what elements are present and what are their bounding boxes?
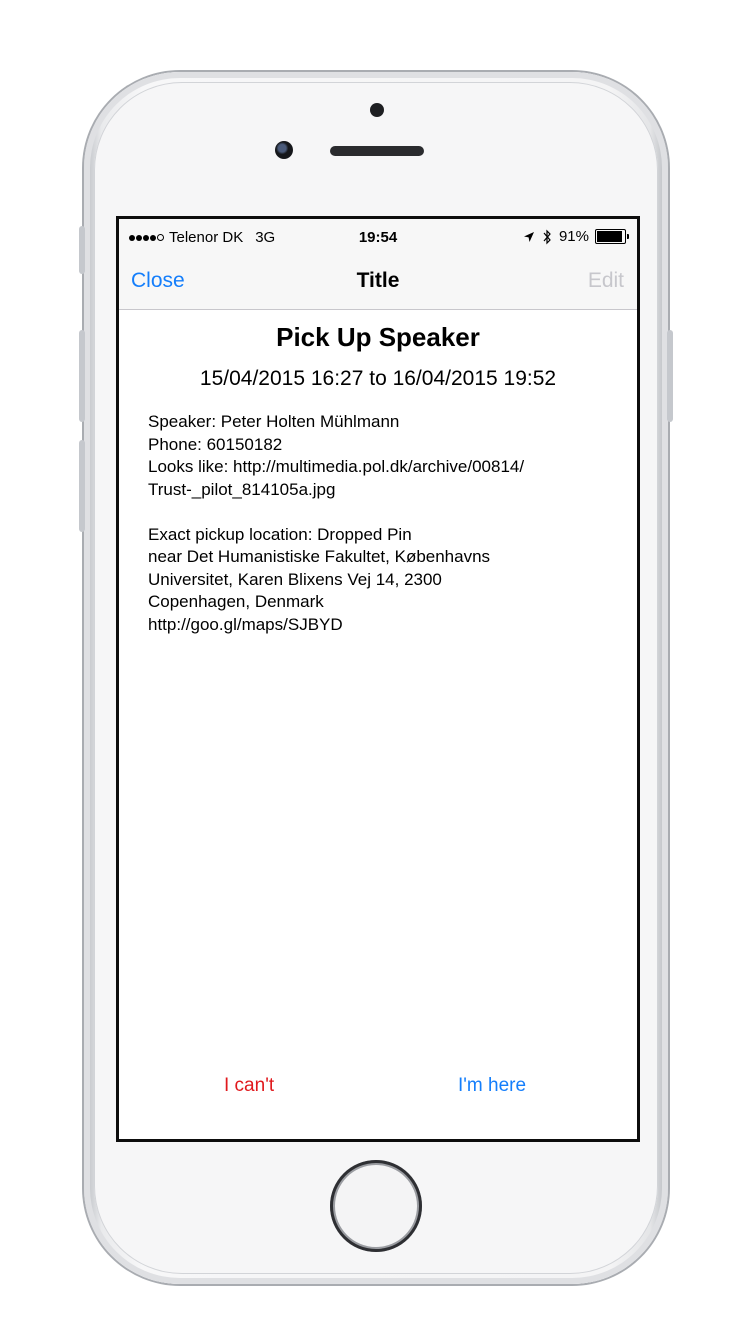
bluetooth-icon [543,229,551,244]
event-content: Pick Up Speaker 15/04/2015 16:27 to 16/0… [119,310,637,636]
looks-like-line: Looks like: http://multimedia.pol.dk/arc… [148,457,525,476]
event-title: Pick Up Speaker [276,322,480,352]
power-button [667,330,673,422]
earpiece-speaker [330,146,424,156]
battery-icon [595,229,626,244]
front-camera-icon [275,141,293,159]
volume-up-button [79,330,85,422]
looks-like-line: Trust-_pilot_814105a.jpg [148,479,336,499]
proximity-sensor [370,103,384,117]
map-link[interactable]: http://goo.gl/maps/SJBYD [148,614,617,637]
status-right: 91% [523,228,629,245]
battery-tip [627,234,629,239]
speaker-line: Speaker: Peter Holten Mühlmann [148,412,400,431]
location-line: Exact pickup location: Dropped Pin [148,524,412,544]
screen: Telenor DK 3G 19:54 91% Close Title Edit… [116,216,640,1142]
location-line: near Det Humanistiske Fakultet, Københav… [148,547,491,566]
status-bar: Telenor DK 3G 19:54 91% [119,219,637,255]
location-line: Copenhagen, Denmark [148,592,324,611]
phone-line: Phone: 60150182 [148,434,283,454]
location-line: Universitet, Karen Blixens Vej 14, 2300 [148,569,442,589]
location-arrow-icon [523,231,534,242]
battery-level [597,231,622,242]
volume-down-button [79,440,85,532]
cant-button[interactable]: I can't [224,1075,274,1097]
event-date-range: 15/04/2015 16:27 to 16/04/2015 19:52 [199,367,557,390]
im-here-button[interactable]: I'm here [458,1075,526,1097]
home-button[interactable] [330,1160,422,1252]
event-details: Speaker: Peter Holten Mühlmann Phone: 60… [148,411,617,636]
navigation-bar: Close Title Edit [119,255,637,310]
nav-title: Title [356,269,400,292]
edit-button[interactable]: Edit [588,269,624,293]
battery-percent: 91% [558,228,589,245]
mute-switch [79,226,85,274]
